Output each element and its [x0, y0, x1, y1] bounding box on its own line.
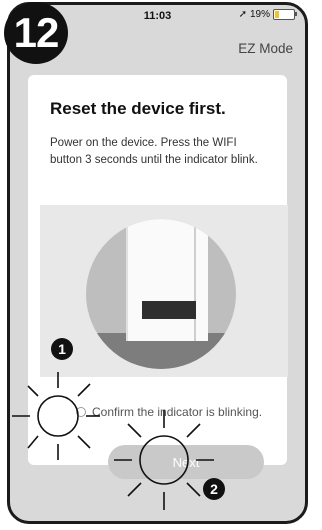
- marker-2: 2: [203, 478, 225, 500]
- card-description: Power on the device. Press the WIFI butt…: [50, 137, 258, 166]
- confirm-radio[interactable]: [76, 407, 86, 417]
- step-number-badge: 12: [4, 2, 68, 64]
- phone-frame: 11:03 ➚ 19% EZ Mode Reset the device fir…: [7, 2, 308, 524]
- device-panel: [142, 301, 196, 319]
- instruction-card: Reset the device first. Power on the dev…: [28, 75, 288, 479]
- illustration-circle: [86, 219, 236, 369]
- ez-mode-label[interactable]: EZ Mode: [238, 41, 293, 56]
- battery-percent: 19%: [249, 9, 270, 20]
- next-button[interactable]: Next: [108, 445, 264, 479]
- device-illustration: [40, 205, 288, 377]
- confirm-indicator-row[interactable]: Confirm the indicator is blinking.: [76, 405, 262, 419]
- device-image: [126, 219, 208, 341]
- card-title: Reset the device first.: [50, 99, 226, 118]
- battery-area: ➚ 19%: [238, 9, 297, 20]
- battery-icon: [273, 9, 297, 20]
- confirm-text: Confirm the indicator is blinking.: [92, 405, 263, 419]
- navigation-arrow-icon: ➚: [238, 9, 247, 20]
- marker-1: 1: [51, 338, 73, 360]
